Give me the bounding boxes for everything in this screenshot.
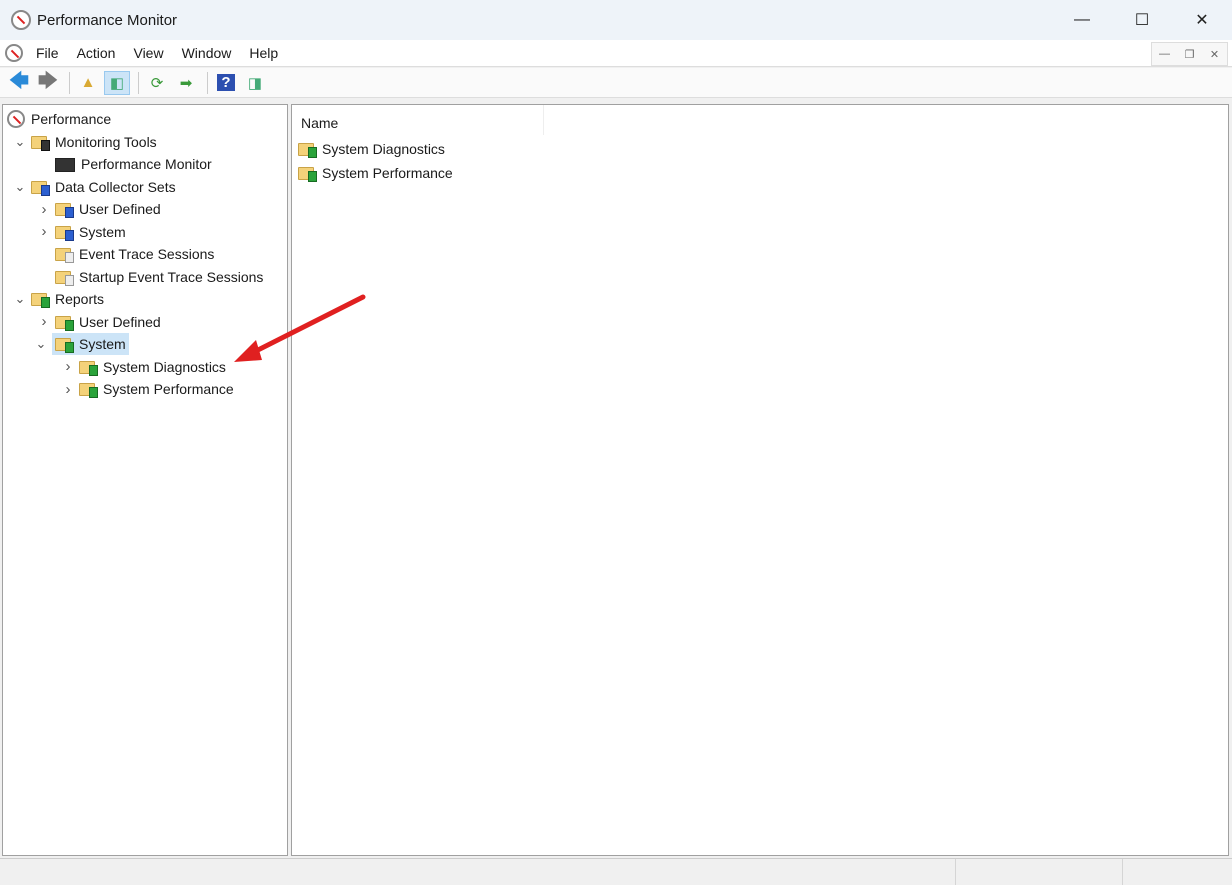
annotation-arrow (234, 294, 366, 362)
status-bar (0, 858, 1232, 885)
